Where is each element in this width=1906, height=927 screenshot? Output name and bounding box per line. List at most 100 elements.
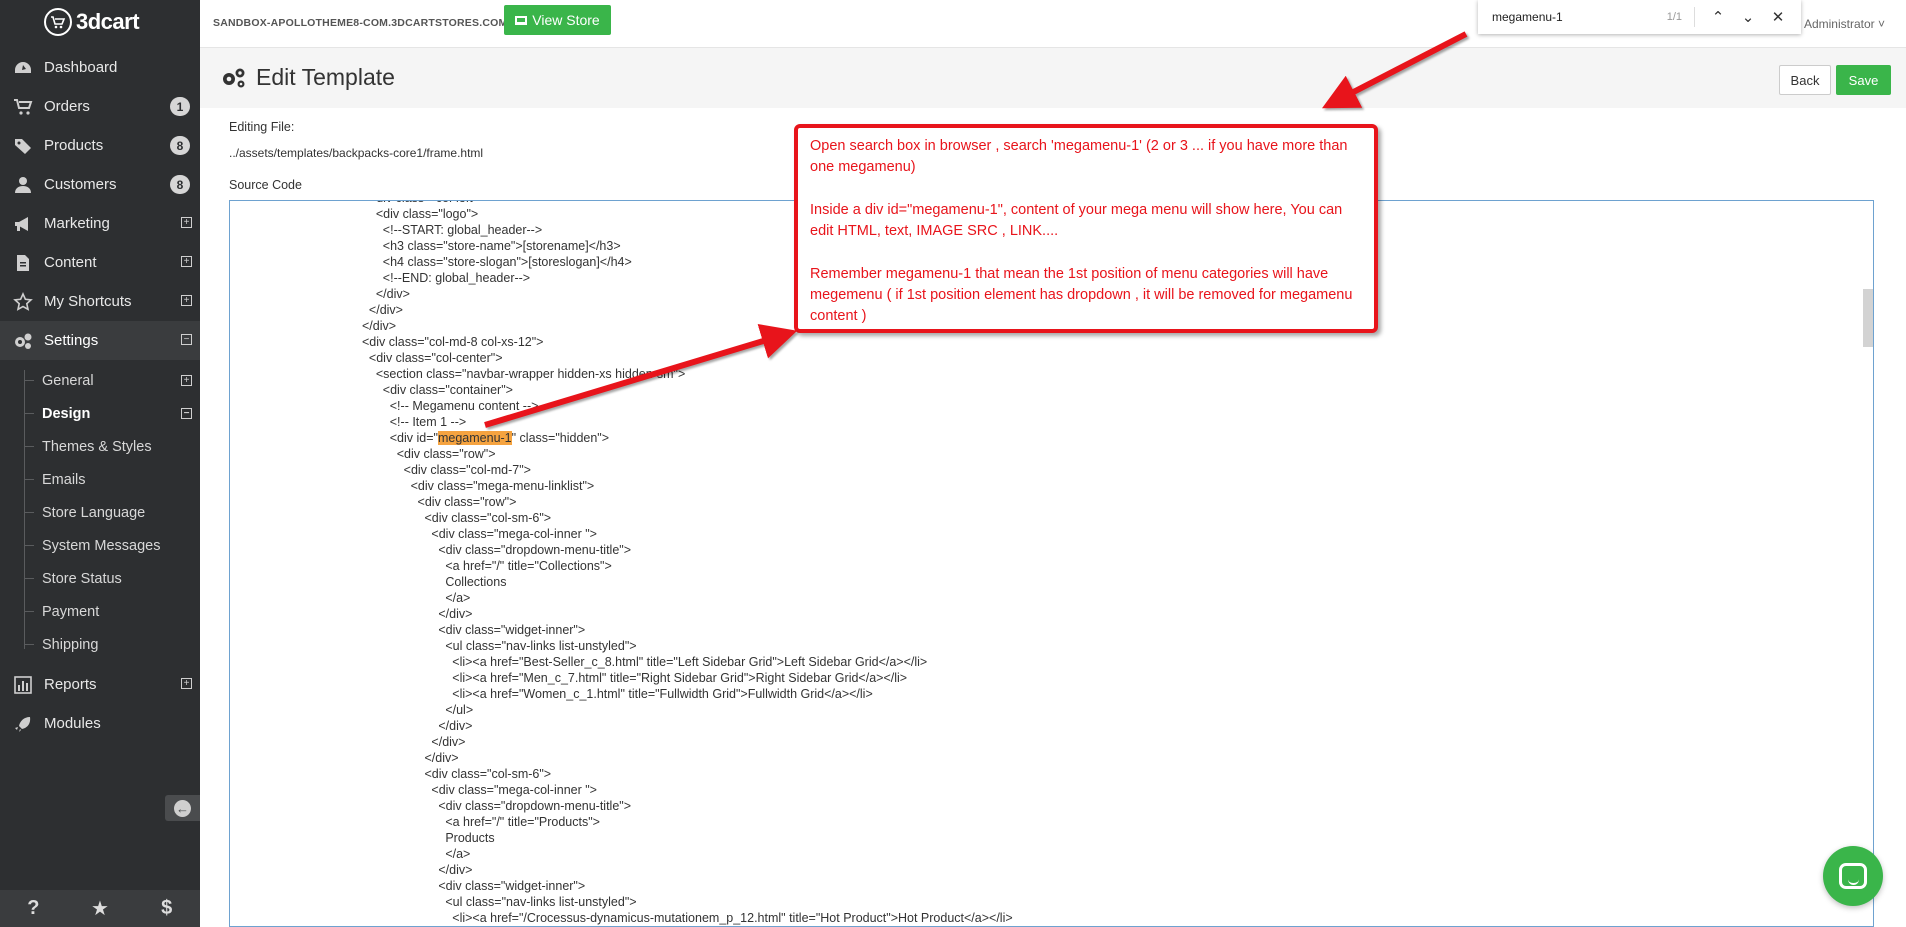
code-line: </div> <box>230 863 473 877</box>
code-line: <div class="container"> <box>230 383 513 397</box>
code-line: Products <box>230 831 495 845</box>
code-line: <a href="/" title="Products"> <box>230 815 600 829</box>
code-line: <ul class="nav-links list-unstyled"> <box>230 895 637 909</box>
settings-subitem-themes-styles[interactable]: Themes & Styles <box>0 430 200 463</box>
settings-subitem-general[interactable]: General + <box>0 364 200 397</box>
settings-subitem-label: Store Language <box>42 504 146 521</box>
find-next-button[interactable]: ⌄ <box>1733 2 1763 32</box>
sidebar-item-label: Reports <box>44 676 97 693</box>
editor-scrollbar[interactable] <box>1863 289 1873 347</box>
settings-subitem-store-status[interactable]: Store Status <box>0 562 200 595</box>
chat-button[interactable] <box>1823 846 1883 906</box>
billing-dollar-icon[interactable]: $ <box>133 890 200 927</box>
expand-icon[interactable]: + <box>181 256 192 267</box>
code-line: <div class="col-md-7"> <box>230 463 531 477</box>
annotation-paragraph: Inside a div id="megamenu-1", content of… <box>810 202 1343 239</box>
find-match-count: 1/1 <box>1666 11 1682 23</box>
laptop-icon <box>515 15 528 25</box>
settings-subitem-shipping[interactable]: Shipping <box>0 628 200 661</box>
expand-icon[interactable]: + <box>181 295 192 306</box>
help-icon[interactable]: ? <box>0 890 67 927</box>
code-line: <li><a href="Women_c_1.html" title="Full… <box>230 687 873 701</box>
logo-text: 3dcart <box>76 9 140 34</box>
page-title: Edit Template <box>256 64 395 90</box>
sidebar-item-label: My Shortcuts <box>44 293 132 310</box>
editing-file-label: Editing File: <box>229 120 295 134</box>
code-line: <!-- Megamenu content --> <box>230 399 539 413</box>
code-line: </div> <box>230 719 473 733</box>
code-line: <div class="col-center"> <box>230 351 503 365</box>
sidebar-footer: ? ★ $ <box>0 890 200 927</box>
sidebar-item-label: Content <box>44 254 97 271</box>
save-button[interactable]: Save <box>1836 65 1891 95</box>
rocket-icon <box>12 713 34 735</box>
count-badge: 8 <box>170 136 190 155</box>
megaphone-icon <box>12 213 34 235</box>
code-line: <div class="dropdown-menu-title"> <box>230 799 632 813</box>
sidebar-item-dashboard[interactable]: Dashboard <box>0 48 200 87</box>
code-line: </a> <box>230 591 471 605</box>
back-button[interactable]: Back <box>1779 65 1831 95</box>
sidebar-item-modules[interactable]: Modules <box>0 704 200 743</box>
count-badge: 8 <box>170 175 190 194</box>
settings-subitem-label: General <box>42 372 94 389</box>
sidebar-item-orders[interactable]: Orders 1 <box>0 87 200 126</box>
sidebar-item-label: Modules <box>44 715 101 732</box>
settings-subitem-system-messages[interactable]: System Messages <box>0 529 200 562</box>
browser-find-bar: 1/1 ⌃ ⌄ ✕ <box>1478 0 1801 34</box>
code-line: <div class="mega-menu-linklist"> <box>230 479 595 493</box>
sidebar-item-content[interactable]: Content + <box>0 243 200 282</box>
code-line: <li><a href="Best-Seller_c_8.html" title… <box>230 655 928 669</box>
sidebar-item-products[interactable]: Products 8 <box>0 126 200 165</box>
expand-icon[interactable]: + <box>181 375 192 386</box>
settings-subitem-payment[interactable]: Payment <box>0 595 200 628</box>
chart-icon <box>12 674 34 696</box>
dashboard-icon <box>12 57 34 79</box>
settings-subitem-label: Design <box>42 405 91 422</box>
code-line: <!-- Item 1 --> <box>230 415 467 429</box>
sidebar-item-label: Settings <box>44 332 99 349</box>
gears-icon <box>12 330 34 352</box>
settings-subitem-design[interactable]: Design − <box>0 397 200 430</box>
find-input[interactable] <box>1492 10 1642 24</box>
code-line: <div id="megamenu-1" class="hidden"> <box>230 431 610 445</box>
expand-icon[interactable]: + <box>181 217 192 228</box>
sidebar-item-settings[interactable]: Settings − <box>0 321 200 360</box>
logo[interactable]: 3dcart <box>0 0 200 44</box>
code-line: <div class="row"> <box>230 447 496 461</box>
code-line: <div class="col-md-8 col-xs-12"> <box>230 335 544 349</box>
sidebar-item-reports[interactable]: Reports + <box>0 665 200 704</box>
expand-icon[interactable]: + <box>181 678 192 689</box>
sidebar-item-my-shortcuts[interactable]: My Shortcuts + <box>0 282 200 321</box>
view-store-button[interactable]: View Store <box>504 5 611 35</box>
collapse-icon[interactable]: − <box>181 334 192 345</box>
collapse-sidebar-button[interactable]: ← <box>165 795 200 821</box>
settings-subitem-label: Themes & Styles <box>42 438 152 455</box>
collapse-icon[interactable]: − <box>181 408 192 419</box>
code-line: <ul class="nav-links list-unstyled"> <box>230 639 637 653</box>
page-title-wrap: Edit Template <box>220 64 395 91</box>
code-line: <div class="widget-inner"> <box>230 623 586 637</box>
find-match-highlight: megamenu-1 <box>437 431 512 445</box>
sidebar-item-label: Dashboard <box>44 59 118 76</box>
settings-subitem-label: Store Status <box>42 570 122 587</box>
sidebar-item-marketing[interactable]: Marketing + <box>0 204 200 243</box>
cart-logo-icon <box>44 8 72 36</box>
settings-subitem-label: Shipping <box>42 636 99 653</box>
find-previous-button[interactable]: ⌃ <box>1703 2 1733 32</box>
code-line: <a href="/" title="Collections"> <box>230 559 612 573</box>
settings-subitem-label: Payment <box>42 603 100 620</box>
admin-menu[interactable]: Administrator ˅ <box>1804 17 1885 31</box>
favorites-star-icon[interactable]: ★ <box>67 890 134 927</box>
store-url: SANDBOX-APOLLOTHEME8-COM.3DCARTSTORES.CO… <box>213 17 508 29</box>
find-close-button[interactable]: ✕ <box>1763 2 1793 32</box>
sidebar-item-label: Marketing <box>44 215 110 232</box>
document-icon <box>12 252 34 274</box>
tags-icon <box>12 135 34 157</box>
code-line: <div class="col-sm-6"> <box>230 767 552 781</box>
settings-subitem-store-language[interactable]: Store Language <box>0 496 200 529</box>
view-store-label: View Store <box>532 12 600 28</box>
sidebar-item-customers[interactable]: Customers 8 <box>0 165 200 204</box>
settings-subitem-emails[interactable]: Emails <box>0 463 200 496</box>
settings-subitem-label: Emails <box>42 471 86 488</box>
